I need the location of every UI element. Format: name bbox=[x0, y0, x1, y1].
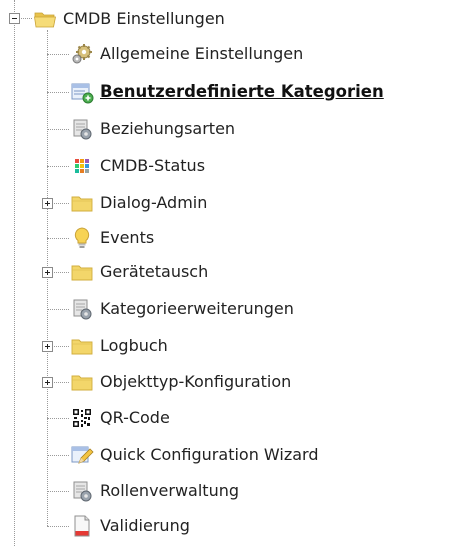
folder-open-icon bbox=[33, 7, 57, 31]
tree-item-label: Rollenverwaltung bbox=[100, 481, 239, 500]
root-collapse-toggle[interactable] bbox=[9, 13, 20, 24]
settings-tree: CMDB Einstellungen Allgemeine Einstellun… bbox=[0, 0, 457, 546]
gear-cog-icon bbox=[70, 42, 94, 66]
tree-item-geraetetausch[interactable]: Gerätetausch bbox=[70, 255, 208, 289]
tree-item-label: Allgemeine Einstellungen bbox=[100, 44, 304, 63]
tree-connector-branch bbox=[47, 92, 69, 93]
tree-item-benutzerdefinierte-kategorien[interactable]: Benutzerdefinierte Kategorien bbox=[70, 75, 384, 109]
tree-item-label: Beziehungsarten bbox=[100, 119, 236, 138]
tree-connector-branch bbox=[47, 166, 69, 167]
custom-category-icon bbox=[70, 80, 94, 104]
tree-item-rollenverwaltung[interactable]: Rollenverwaltung bbox=[70, 474, 239, 508]
tree-connector-branch bbox=[47, 238, 69, 239]
tree-item-label: Objekttyp-Konfiguration bbox=[100, 372, 292, 391]
expand-toggle-logbuch[interactable] bbox=[42, 341, 53, 352]
folder-icon bbox=[70, 334, 94, 358]
tree-item-label: Gerätetausch bbox=[100, 262, 209, 281]
tree-item-label: Benutzerdefinierte Kategorien bbox=[100, 82, 384, 101]
tree-item-label: Events bbox=[100, 228, 155, 247]
tree-root-cmdb-einstellungen[interactable]: CMDB Einstellungen bbox=[33, 2, 225, 36]
tree-item-logbuch[interactable]: Logbuch bbox=[70, 329, 168, 363]
tree-item-label: CMDB-Status bbox=[100, 156, 206, 175]
tree-item-label: Validierung bbox=[100, 516, 190, 535]
folder-icon bbox=[70, 370, 94, 394]
tree-connector-branch bbox=[47, 54, 69, 55]
tree-connector-branch bbox=[54, 203, 69, 204]
tree-connector-branch bbox=[47, 418, 69, 419]
tree-connector-root bbox=[14, 0, 15, 546]
expand-toggle-objekttyp-konfiguration[interactable] bbox=[42, 377, 53, 388]
tree-item-validierung[interactable]: Validierung bbox=[70, 509, 190, 543]
color-grid-icon bbox=[70, 154, 94, 178]
tree-item-dialog-admin[interactable]: Dialog-Admin bbox=[70, 186, 207, 220]
folder-icon bbox=[70, 260, 94, 284]
expand-toggle-geraetetausch[interactable] bbox=[42, 267, 53, 278]
tree-item-beziehungsarten[interactable]: Beziehungsarten bbox=[70, 112, 235, 146]
tree-item-kategorieerweiterungen[interactable]: Kategorieerweiterungen bbox=[70, 292, 294, 326]
gear-document-icon bbox=[70, 479, 94, 503]
lightbulb-icon bbox=[70, 226, 94, 250]
tree-connector-branch bbox=[47, 129, 69, 130]
tree-connector-children bbox=[47, 30, 48, 526]
tree-item-label: Logbuch bbox=[100, 336, 168, 355]
tree-connector-branch bbox=[54, 272, 69, 273]
document-red-icon bbox=[70, 514, 94, 538]
tree-connector-branch bbox=[47, 309, 69, 310]
tree-connector-branch bbox=[54, 346, 69, 347]
tree-item-objekttyp-konfiguration[interactable]: Objekttyp-Konfiguration bbox=[70, 365, 291, 399]
folder-icon bbox=[70, 191, 94, 215]
tree-connector-branch bbox=[54, 382, 69, 383]
tree-item-label: Kategorieerweiterungen bbox=[100, 299, 294, 318]
expand-toggle-dialog-admin[interactable] bbox=[42, 198, 53, 209]
tree-item-cmdb-status[interactable]: CMDB-Status bbox=[70, 149, 205, 183]
tree-connector-branch bbox=[47, 526, 69, 527]
tree-item-events[interactable]: Events bbox=[70, 221, 154, 255]
tree-root-label: CMDB Einstellungen bbox=[63, 9, 225, 28]
tree-item-quick-configuration-wizard[interactable]: Quick Configuration Wizard bbox=[70, 438, 319, 472]
tree-item-qr-code[interactable]: QR-Code bbox=[70, 401, 170, 435]
qr-code-icon bbox=[70, 406, 94, 430]
tree-connector-branch bbox=[47, 491, 69, 492]
tree-item-allgemeine-einstellungen[interactable]: Allgemeine Einstellungen bbox=[70, 37, 303, 71]
tree-connector-branch bbox=[47, 455, 69, 456]
wizard-pencil-icon bbox=[70, 443, 94, 467]
gear-document-icon bbox=[70, 117, 94, 141]
tree-item-label: QR-Code bbox=[100, 408, 170, 427]
tree-item-label: Quick Configuration Wizard bbox=[100, 445, 319, 464]
gear-document-icon bbox=[70, 297, 94, 321]
tree-item-label: Dialog-Admin bbox=[100, 193, 208, 212]
